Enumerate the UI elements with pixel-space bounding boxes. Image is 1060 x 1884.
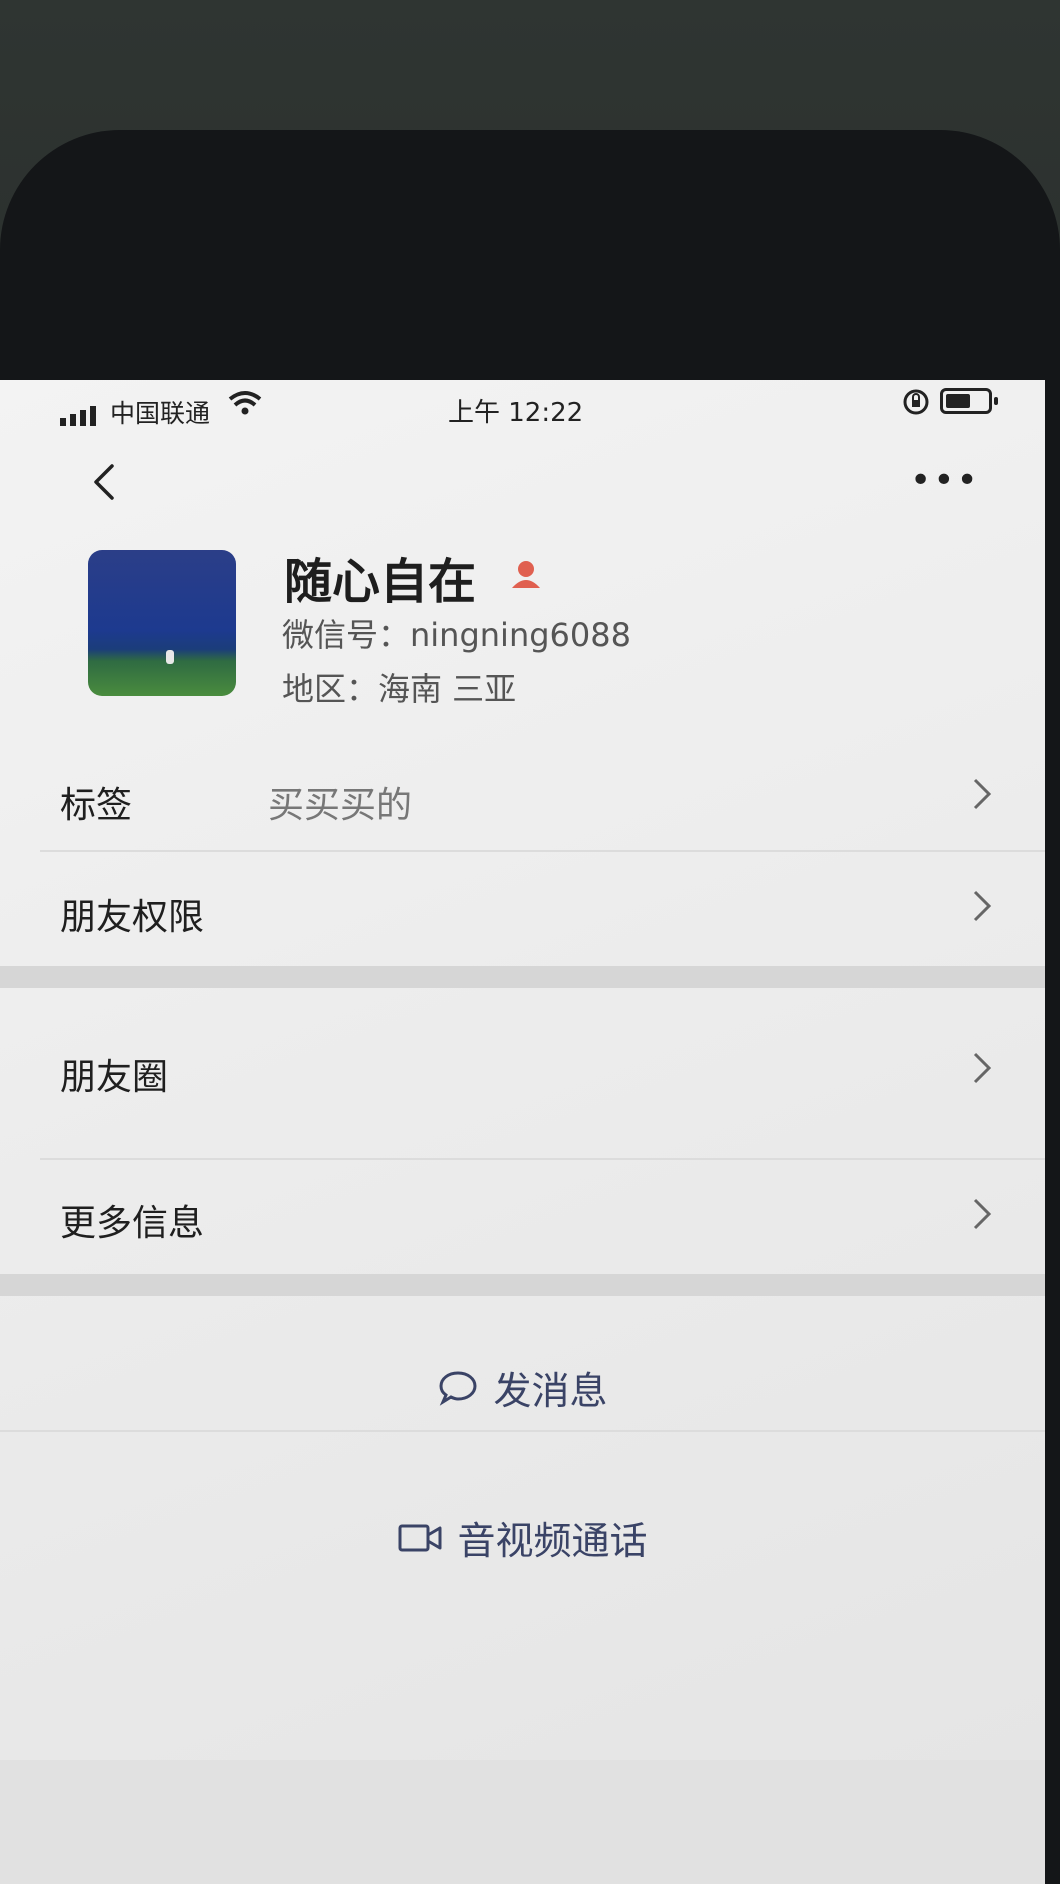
- chevron-left-icon[interactable]: [84, 460, 128, 504]
- send-message-button[interactable]: 发消息: [0, 1360, 1045, 1415]
- chevron-right-icon: [973, 1052, 992, 1084]
- phone-screen: 中国联通 上午 12:22 ••• 随心自在 微信号：ningning6088 …: [0, 380, 1045, 1884]
- profile-name: 随心自在: [284, 554, 477, 610]
- video-call-label: 音视频通话: [457, 1519, 648, 1563]
- rotation-lock-icon: [903, 389, 929, 415]
- video-call-button[interactable]: 音视频通话: [0, 1510, 1045, 1565]
- battery-icon: [940, 388, 998, 414]
- status-bar: 中国联通 上午 12:22: [0, 380, 1045, 440]
- more-info-row[interactable]: 更多信息: [0, 1160, 1045, 1270]
- chevron-right-icon: [973, 1198, 992, 1230]
- chat-bubble-icon: [439, 1370, 477, 1406]
- moments-row[interactable]: 朋友圈: [0, 988, 1045, 1158]
- region: 地区：海南 三亚: [282, 670, 517, 708]
- bottom-background: [0, 1760, 1045, 1884]
- chevron-right-icon: [973, 778, 992, 810]
- friend-permissions-label: 朋友权限: [60, 897, 205, 938]
- wechat-id: 微信号：ningning6088: [282, 616, 631, 654]
- send-message-label: 发消息: [493, 1369, 608, 1413]
- chevron-right-icon: [973, 890, 992, 922]
- section-gap: [0, 966, 1045, 988]
- divider: [0, 1430, 1045, 1432]
- tags-label: 标签: [60, 785, 133, 826]
- status-time: 上午 12:22: [448, 398, 584, 428]
- tags-row[interactable]: 标签 买买买的: [0, 740, 1045, 850]
- friend-permissions-row[interactable]: 朋友权限: [0, 852, 1045, 962]
- person-badge-icon: [512, 561, 540, 588]
- tags-value: 买买买的: [268, 785, 413, 826]
- moments-label: 朋友圈: [60, 1057, 169, 1098]
- more-dots-icon[interactable]: •••: [910, 460, 980, 501]
- more-info-label: 更多信息: [60, 1203, 205, 1244]
- section-gap: [0, 1274, 1045, 1296]
- carrier-name: 中国联通: [110, 399, 211, 428]
- signal-icon: [60, 406, 96, 426]
- avatar[interactable]: [88, 550, 236, 696]
- wifi-icon: [228, 391, 262, 415]
- video-camera-icon: [398, 1524, 442, 1551]
